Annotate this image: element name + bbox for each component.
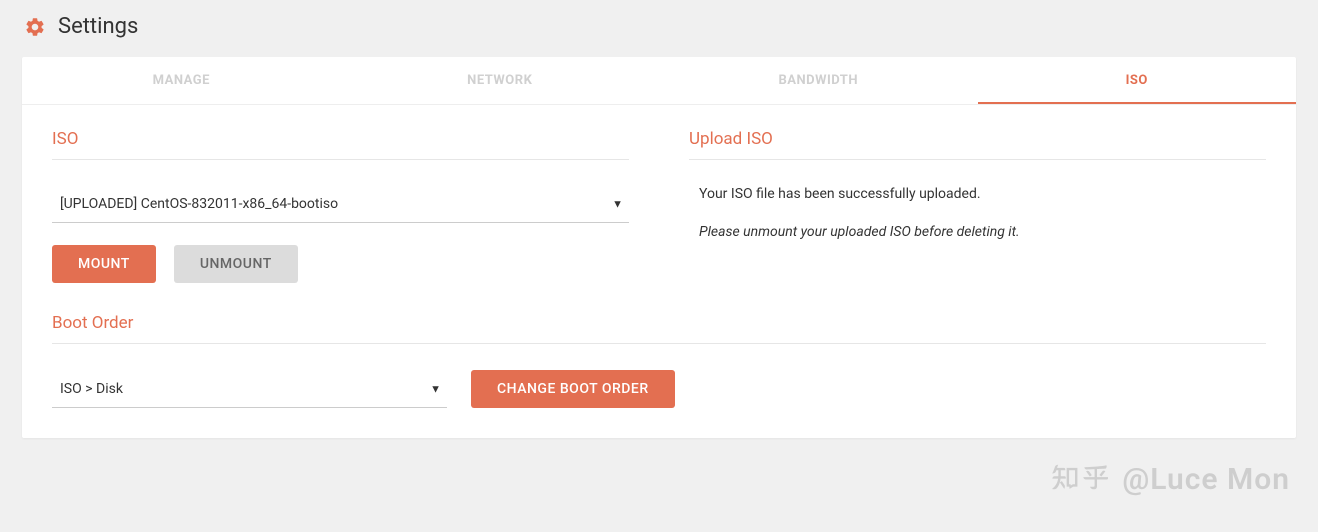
upload-column: Upload ISO Your ISO file has been succes… bbox=[689, 129, 1266, 283]
mount-button[interactable]: MOUNT bbox=[52, 245, 156, 283]
iso-column: ISO [UPLOADED] CentOS-832011-x86_64-boot… bbox=[52, 129, 629, 283]
settings-card: MANAGE NETWORK BANDWIDTH ISO ISO [UPLOAD… bbox=[22, 57, 1296, 438]
iso-select[interactable]: [UPLOADED] CentOS-832011-x86_64-bootiso … bbox=[52, 186, 629, 223]
tabs: MANAGE NETWORK BANDWIDTH ISO bbox=[22, 57, 1296, 105]
page-header: Settings bbox=[0, 0, 1318, 57]
change-boot-order-button[interactable]: CHANGE BOOT ORDER bbox=[471, 370, 675, 408]
page-title: Settings bbox=[58, 14, 138, 39]
tab-iso[interactable]: ISO bbox=[978, 57, 1297, 104]
gear-icon bbox=[24, 16, 46, 38]
upload-success-message: Your ISO file has been successfully uplo… bbox=[689, 186, 1266, 202]
boot-order-select[interactable]: ISO > Disk ▼ bbox=[52, 371, 447, 408]
boot-order-title: Boot Order bbox=[52, 313, 1266, 344]
tab-manage[interactable]: MANAGE bbox=[22, 57, 341, 104]
iso-select-value: [UPLOADED] CentOS-832011-x86_64-bootiso bbox=[52, 186, 629, 222]
watermark-text: @Luce Mon bbox=[1122, 462, 1290, 497]
tab-network[interactable]: NETWORK bbox=[341, 57, 660, 104]
unmount-button[interactable]: UNMOUNT bbox=[174, 245, 298, 283]
upload-section-title: Upload ISO bbox=[689, 129, 1266, 160]
zhihu-logo-icon bbox=[1052, 462, 1108, 500]
tab-bandwidth[interactable]: BANDWIDTH bbox=[659, 57, 978, 104]
boot-order-select-value: ISO > Disk bbox=[52, 371, 447, 407]
iso-content: ISO [UPLOADED] CentOS-832011-x86_64-boot… bbox=[22, 105, 1296, 313]
iso-section-title: ISO bbox=[52, 129, 629, 160]
upload-note: Please unmount your uploaded ISO before … bbox=[689, 224, 1266, 240]
boot-order-section: Boot Order ISO > Disk ▼ CHANGE BOOT ORDE… bbox=[22, 313, 1296, 438]
watermark: @Luce Mon bbox=[1052, 462, 1290, 500]
iso-button-row: MOUNT UNMOUNT bbox=[52, 245, 629, 283]
boot-order-row: ISO > Disk ▼ CHANGE BOOT ORDER bbox=[52, 370, 1266, 408]
